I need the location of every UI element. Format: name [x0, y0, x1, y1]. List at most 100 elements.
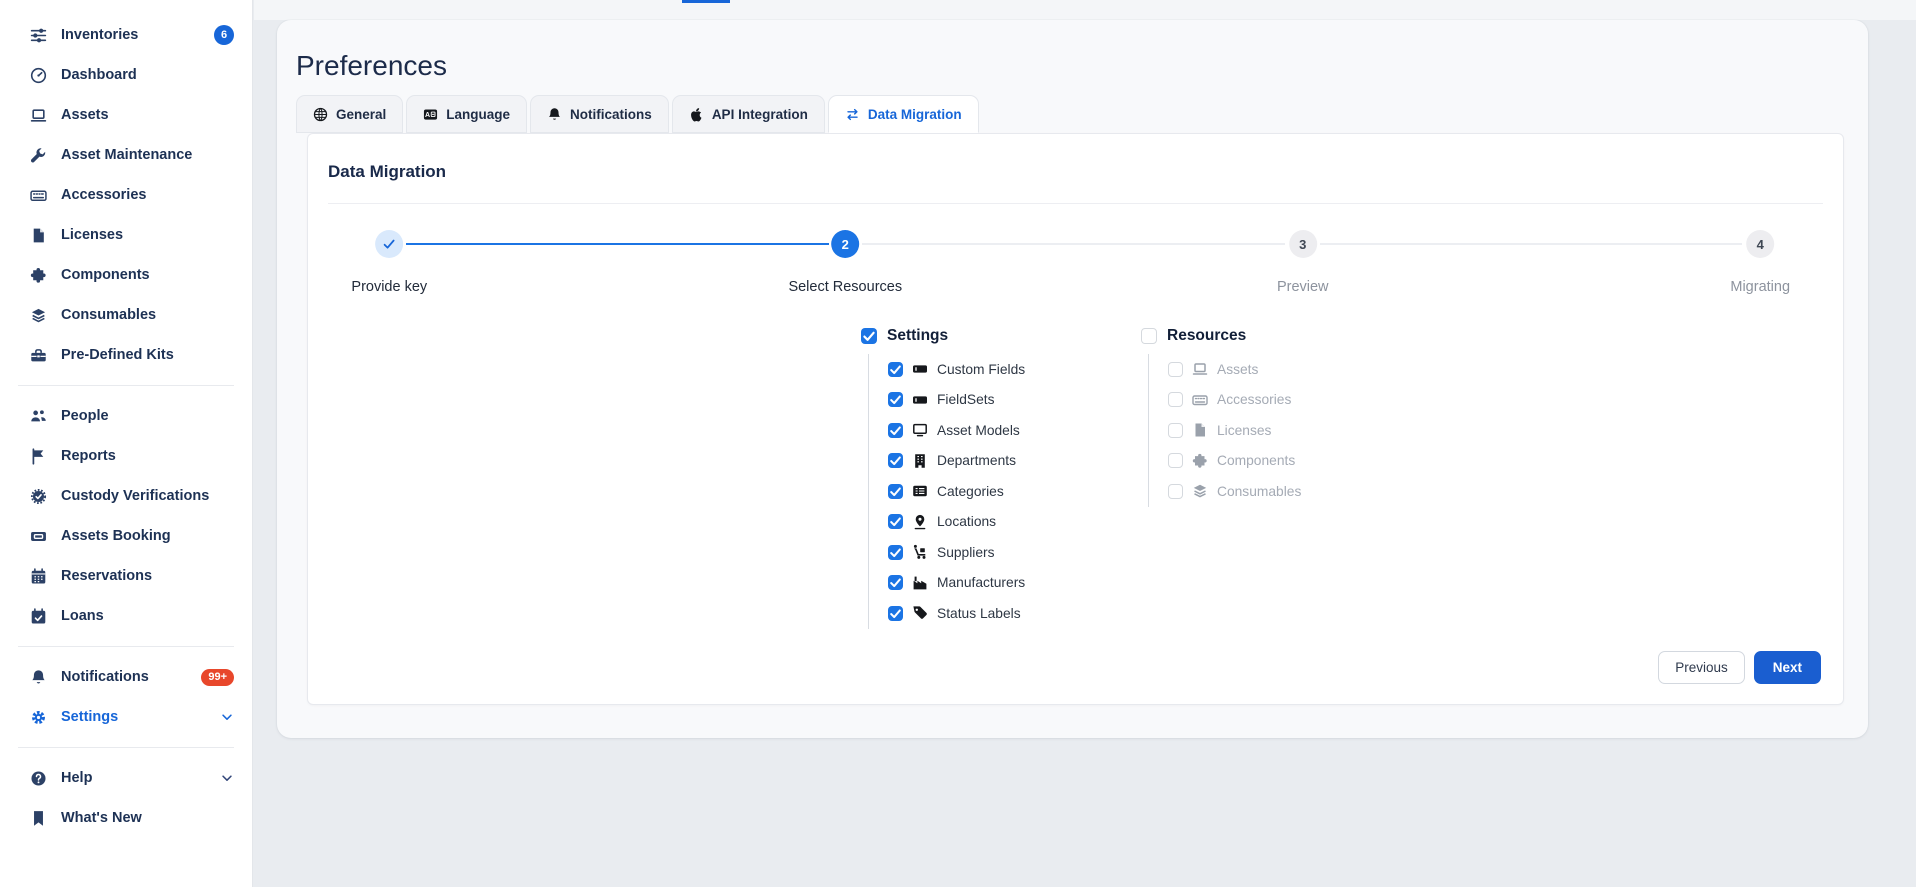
checkbox-assets[interactable]	[1168, 362, 1183, 377]
calendar-check-icon	[30, 608, 47, 625]
resource-item-consumables[interactable]: Consumables	[1168, 476, 1421, 507]
sidebar-item-help[interactable]: Help	[0, 758, 252, 798]
sidebar-item-label: Consumables	[61, 307, 156, 323]
sidebar-item-asset-maintenance[interactable]: Asset Maintenance	[0, 135, 252, 175]
sidebar-item-licenses[interactable]: Licenses	[0, 215, 252, 255]
checkbox-settings[interactable]	[861, 328, 877, 344]
tab-language[interactable]: ALanguage	[406, 95, 527, 133]
sidebar-item-reports[interactable]: Reports	[0, 436, 252, 476]
tab-label: Notifications	[570, 107, 652, 122]
sidebar-item-consumables[interactable]: Consumables	[0, 295, 252, 335]
sidebar-item-dashboard[interactable]: Dashboard	[0, 55, 252, 95]
globe-icon	[313, 107, 328, 122]
puzzle-icon	[30, 267, 47, 284]
resource-item-label: Components	[1217, 453, 1295, 468]
card-title: Data Migration	[328, 162, 1823, 182]
checkbox-accessories[interactable]	[1168, 392, 1183, 407]
checkbox-locations[interactable]	[888, 514, 903, 529]
resource-item-components[interactable]: Components	[1168, 446, 1421, 477]
sidebar-item-what-s-new[interactable]: What's New	[0, 798, 252, 838]
resource-item-manufacturers[interactable]: Manufacturers	[888, 568, 1141, 599]
resource-item-label: Status Labels	[937, 606, 1021, 621]
wrench-icon	[30, 147, 47, 164]
resource-item-custom-fields[interactable]: Custom Fields	[888, 354, 1141, 385]
checkbox-fieldsets[interactable]	[888, 392, 903, 407]
sidebar-item-label: Assets	[61, 107, 109, 123]
resource-item-asset-models[interactable]: Asset Models	[888, 415, 1141, 446]
sidebar-item-label: Notifications	[61, 669, 149, 685]
tab-data-migration[interactable]: Data Migration	[828, 95, 979, 133]
group-header-settings[interactable]: Settings	[861, 327, 1141, 345]
wizard-footer: Previous Next	[1658, 651, 1821, 684]
tab-label: General	[336, 107, 386, 122]
sidebar-item-inventories[interactable]: Inventories6	[0, 15, 252, 55]
checkbox-custom-fields[interactable]	[888, 362, 903, 377]
group-header-resources[interactable]: Resources	[1141, 327, 1421, 345]
checkbox-departments[interactable]	[888, 453, 903, 468]
sidebar-item-assets-booking[interactable]: Assets Booking	[0, 516, 252, 556]
step-label: Preview	[1277, 279, 1329, 295]
checkbox-consumables[interactable]	[1168, 484, 1183, 499]
sidebar-item-loans[interactable]: Loans	[0, 596, 252, 636]
stepper-connector	[862, 243, 1285, 245]
badge-notifications: 99+	[201, 669, 234, 686]
ticket-icon	[30, 528, 47, 545]
scroll-icon	[30, 227, 47, 244]
resource-item-label: Custom Fields	[937, 362, 1025, 377]
gauge-icon	[30, 67, 47, 84]
sidebar-item-label: What's New	[61, 810, 142, 826]
resource-item-departments[interactable]: Departments	[888, 446, 1141, 477]
sidebar-item-settings[interactable]: Settings	[0, 697, 252, 737]
resource-item-label: Manufacturers	[937, 575, 1025, 590]
laptop-icon	[30, 107, 47, 124]
checkbox-components[interactable]	[1168, 453, 1183, 468]
tabs: General ALanguage Notifications API Integra…	[296, 95, 1868, 133]
resource-item-licenses[interactable]: Licenses	[1168, 415, 1421, 446]
sidebar-item-custody-verifications[interactable]: Custody Verifications	[0, 476, 252, 516]
sidebar-item-reservations[interactable]: Reservations	[0, 556, 252, 596]
checkbox-asset-models[interactable]	[888, 423, 903, 438]
sidebar-item-assets[interactable]: Assets	[0, 95, 252, 135]
step-migrating: 4Migrating	[1730, 230, 1790, 295]
step-circle: 2	[831, 230, 859, 258]
resource-item-label: FieldSets	[937, 392, 995, 407]
next-button[interactable]: Next	[1754, 651, 1821, 684]
badge-inventories: 6	[214, 25, 234, 45]
sidebar-item-people[interactable]: People	[0, 396, 252, 436]
tab-notifications[interactable]: Notifications	[530, 95, 669, 133]
sidebar-divider	[18, 646, 234, 647]
resource-item-status-labels[interactable]: Status Labels	[888, 598, 1141, 629]
resource-item-fieldsets[interactable]: FieldSets	[888, 385, 1141, 416]
tab-api-integration[interactable]: API Integration	[672, 95, 825, 133]
step-circle: 4	[1746, 230, 1774, 258]
map-pin-icon	[912, 514, 928, 530]
checkbox-manufacturers[interactable]	[888, 575, 903, 590]
data-migration-card: Data Migration Provide key2Select Resour…	[307, 133, 1844, 705]
sidebar-item-components[interactable]: Components	[0, 255, 252, 295]
monitor-icon	[912, 422, 928, 438]
resource-item-label: Asset Models	[937, 423, 1020, 438]
previous-button[interactable]: Previous	[1658, 651, 1745, 684]
sidebar-item-pre-defined-kits[interactable]: Pre-Defined Kits	[0, 335, 252, 375]
chevron-down-icon	[220, 710, 234, 724]
resource-item-categories[interactable]: Categories	[888, 476, 1141, 507]
layers-icon	[30, 307, 47, 324]
sidebar-item-notifications[interactable]: Notifications 99+	[0, 657, 252, 697]
resource-item-suppliers[interactable]: Suppliers	[888, 537, 1141, 568]
resource-item-assets[interactable]: Assets	[1168, 354, 1421, 385]
checkbox-licenses[interactable]	[1168, 423, 1183, 438]
checkbox-resources[interactable]	[1141, 328, 1157, 344]
bell-icon	[547, 107, 562, 122]
step-circle	[375, 230, 403, 258]
sidebar-item-accessories[interactable]: Accessories	[0, 175, 252, 215]
page-title: Preferences	[296, 50, 1868, 82]
checkbox-categories[interactable]	[888, 484, 903, 499]
tab-general[interactable]: General	[296, 95, 403, 133]
sidebar: Inventories6Dashboard Assets Asset Mainten…	[0, 0, 253, 887]
resource-item-locations[interactable]: Locations	[888, 507, 1141, 538]
checkbox-status-labels[interactable]	[888, 606, 903, 621]
checkbox-suppliers[interactable]	[888, 545, 903, 560]
svg-text:A: A	[425, 111, 430, 118]
people-icon	[30, 408, 47, 425]
resource-item-accessories[interactable]: Accessories	[1168, 385, 1421, 416]
